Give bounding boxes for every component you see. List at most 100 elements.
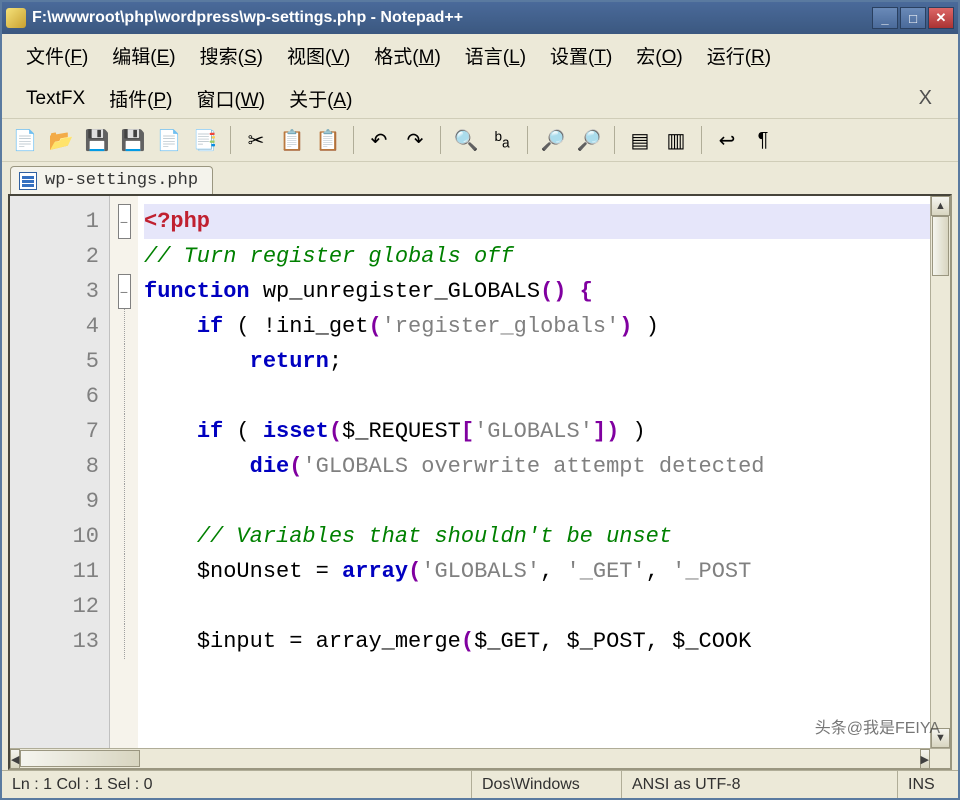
file-tab[interactable]: wp-settings.php [10,166,213,194]
sync-v-icon[interactable]: ▤ [623,123,657,157]
menu-S[interactable]: 搜索(S) [188,40,275,71]
horizontal-scrollbar[interactable]: ◀ ▶ [10,748,950,768]
menu-R[interactable]: 运行(R) [695,40,783,71]
fold-empty [110,239,138,274]
menu-A[interactable]: 关于(A) [277,83,364,114]
show-all-icon[interactable]: ¶ [746,123,780,157]
scroll-down-button[interactable]: ▼ [931,728,950,748]
toolbar-separator [614,126,615,154]
fold-column[interactable]: −− [110,196,138,748]
menu-O[interactable]: 宏(O) [624,40,694,71]
line-number[interactable]: 9 [10,484,99,519]
code-line[interactable] [144,484,930,519]
scroll-left-button[interactable]: ◀ [10,749,20,769]
code-line[interactable]: $input = array_merge($_GET, $_POST, $_CO… [144,624,930,659]
code-view[interactable]: <?php// Turn register globals offfunctio… [138,196,930,748]
menu-T[interactable]: 设置(T) [538,40,624,71]
save-all-icon[interactable]: 💾 [116,123,150,157]
code-line[interactable]: die('GLOBALS overwrite attempt detected [144,449,930,484]
line-number[interactable]: 4 [10,309,99,344]
menu-V[interactable]: 视图(V) [275,40,362,71]
app-icon [6,8,26,28]
fold-collapse-icon[interactable]: − [110,204,138,239]
code-line[interactable]: if ( !ini_get('register_globals') ) [144,309,930,344]
find-icon[interactable]: 🔍 [449,123,483,157]
status-eol: Dos\Windows [472,771,622,798]
line-number[interactable]: 13 [10,624,99,659]
line-number[interactable]: 6 [10,379,99,414]
cut-icon[interactable]: ✂ [239,123,273,157]
fold-guide [110,519,138,554]
code-line[interactable] [144,379,930,414]
line-number[interactable]: 7 [10,414,99,449]
fold-guide [110,379,138,414]
code-line[interactable]: // Variables that shouldn't be unset [144,519,930,554]
status-encoding: ANSI as UTF-8 [622,771,898,798]
maximize-button[interactable]: □ [900,7,926,29]
close-all-icon[interactable]: 📑 [188,123,222,157]
editor[interactable]: 12345678910111213 −− <?php// Turn regist… [10,196,950,748]
code-line[interactable]: <?php [144,204,930,239]
line-number[interactable]: 8 [10,449,99,484]
toolbar-separator [353,126,354,154]
h-scroll-track[interactable] [20,749,919,768]
zoom-out-icon[interactable]: 🔎 [572,123,606,157]
menu-M[interactable]: 格式(M) [362,40,452,71]
menu-L[interactable]: 语言(L) [453,40,538,71]
zoom-in-icon[interactable]: 🔎 [536,123,570,157]
open-file-icon[interactable]: 📂 [44,123,78,157]
new-file-icon[interactable]: 📄 [8,123,42,157]
fold-guide [110,554,138,589]
mdi-close-button[interactable]: X [905,87,946,110]
menu-F[interactable]: 文件(F) [14,40,100,71]
fold-guide [110,589,138,624]
menu-W[interactable]: 窗口(W) [184,83,277,114]
code-line[interactable]: return; [144,344,930,379]
copy-icon[interactable]: 📋 [275,123,309,157]
code-line[interactable]: // Turn register globals off [144,239,930,274]
line-number[interactable]: 10 [10,519,99,554]
tab-bar: wp-settings.php [2,162,958,194]
fold-guide [110,449,138,484]
v-scroll-track[interactable] [931,216,950,728]
fold-collapse-icon[interactable]: − [110,274,138,309]
v-scroll-thumb[interactable] [932,216,949,276]
scroll-corner [930,749,950,769]
fold-guide [110,414,138,449]
minimize-button[interactable]: _ [872,7,898,29]
line-number[interactable]: 12 [10,589,99,624]
tab-label: wp-settings.php [45,171,198,190]
code-line[interactable]: function wp_unregister_GLOBALS() { [144,274,930,309]
code-line[interactable]: $noUnset = array('GLOBALS', '_GET', '_PO… [144,554,930,589]
titlebar[interactable]: F:\wwwroot\php\wordpress\wp-settings.php… [2,2,958,34]
undo-icon[interactable]: ↶ [362,123,396,157]
line-number[interactable]: 3 [10,274,99,309]
menu-E[interactable]: 编辑(E) [100,40,187,71]
code-line[interactable] [144,589,930,624]
line-number[interactable]: 5 [10,344,99,379]
app-window: F:\wwwroot\php\wordpress\wp-settings.php… [0,0,960,800]
fold-guide [110,484,138,519]
line-number[interactable]: 2 [10,239,99,274]
close-button[interactable]: ✕ [928,7,954,29]
menu-9[interactable]: TextFX [14,86,97,112]
scroll-right-button[interactable]: ▶ [920,749,930,769]
h-scroll-thumb[interactable] [20,750,140,767]
close-file-icon[interactable]: 📄 [152,123,186,157]
vertical-scrollbar[interactable]: ▲ ▼ [930,196,950,748]
fold-guide [110,344,138,379]
wrap-icon[interactable]: ↩ [710,123,744,157]
menu-P[interactable]: 插件(P) [97,83,184,114]
line-number[interactable]: 1 [10,204,99,239]
save-icon[interactable]: 💾 [80,123,114,157]
replace-icon[interactable]: ᵇₐ [485,123,519,157]
window-controls: _ □ ✕ [872,7,954,29]
line-number[interactable]: 11 [10,554,99,589]
scroll-up-button[interactable]: ▲ [931,196,950,216]
redo-icon[interactable]: ↷ [398,123,432,157]
paste-icon[interactable]: 📋 [311,123,345,157]
sync-h-icon[interactable]: ▥ [659,123,693,157]
code-line[interactable]: if ( isset($_REQUEST['GLOBALS']) ) [144,414,930,449]
toolbar-separator [527,126,528,154]
line-number-gutter[interactable]: 12345678910111213 [10,196,110,748]
